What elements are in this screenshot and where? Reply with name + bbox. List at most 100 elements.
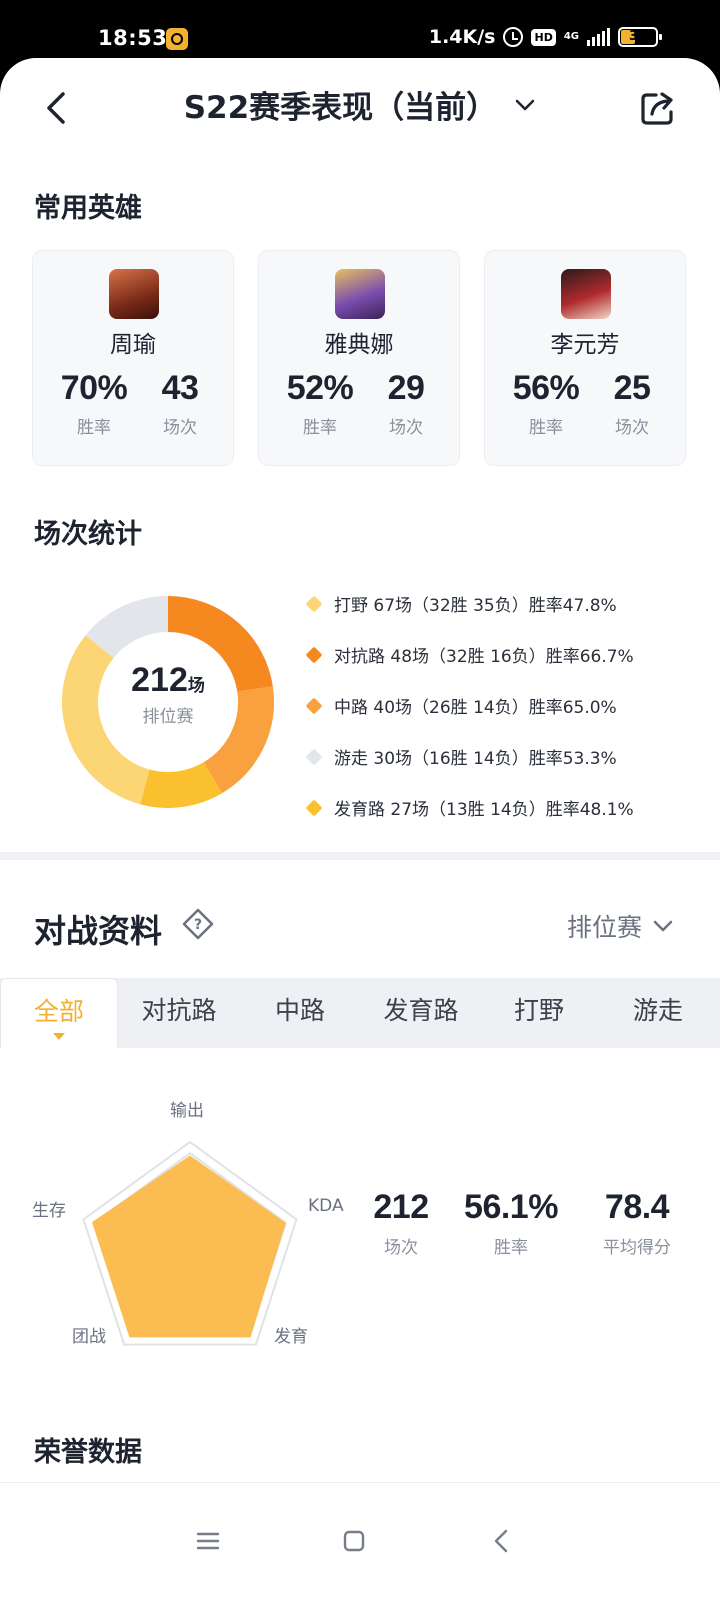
radar-label-teamfight: 团战 <box>72 1327 106 1347</box>
tab-jungle[interactable]: 打野 <box>482 978 596 1048</box>
chevron-down-icon <box>653 920 673 932</box>
match-stats-title: 场次统计 <box>34 519 142 550</box>
legend-item: 发育路 27场（13胜 14负）胜率48.1% <box>305 782 634 833</box>
legend-item: 打野 67场（32胜 35负）胜率47.8% <box>305 578 634 629</box>
mode-label: 排位赛 <box>566 913 642 942</box>
season-sheet: S22赛季表现（当前） 常用英雄 周瑜 70% 胜率 43 场次 雅典娜 52%… <box>0 58 720 1600</box>
tab-label: 发育路 <box>383 996 459 1025</box>
battery-icon: 32 <box>618 27 662 47</box>
hero-avatar <box>561 269 611 319</box>
tab-top-lane[interactable]: 对抗路 <box>118 978 240 1048</box>
donut-slice-发育路 <box>140 761 222 808</box>
page-title: S22赛季表现（当前） <box>183 90 498 126</box>
radar-label-growth: 发育 <box>274 1327 308 1347</box>
system-nav-bar <box>0 1482 720 1600</box>
hero-games-label: 场次 <box>389 418 423 438</box>
hero-name: 李元芳 <box>550 332 620 358</box>
summary-win-rate-value: 56.1% <box>464 1188 558 1226</box>
donut-slice-游走 <box>85 596 169 659</box>
legend-text: 中路 40场（26胜 14负）胜率65.0% <box>334 698 617 718</box>
summary-win-rate: 56.1% 胜率 <box>446 1188 576 1258</box>
hero-games-label: 场次 <box>615 418 649 438</box>
legend-text: 发育路 27场（13胜 14负）胜率48.1% <box>334 800 634 820</box>
hd-badge: HD <box>531 28 556 46</box>
hero-win-rate: 70% 胜率 <box>49 369 139 438</box>
radar-value-shape <box>92 1155 286 1338</box>
hero-cards: 周瑜 70% 胜率 43 场次 雅典娜 52% 胜率 29 场次 李元芳 56%… <box>32 250 686 466</box>
radar-label-output: 输出 <box>170 1101 204 1121</box>
legend-marker-icon <box>305 646 323 663</box>
radar-chart: 输出 KDA 发育 团战 生存 <box>20 1088 370 1378</box>
hero-avatar <box>109 269 159 319</box>
legend-marker-icon <box>305 697 323 714</box>
app-notification-icon <box>166 28 188 50</box>
role-legend: 打野 67场（32胜 35负）胜率47.8% 对抗路 48场（32胜 16负）胜率… <box>305 578 634 833</box>
hero-win-rate-value: 52% <box>286 369 354 407</box>
home-icon[interactable] <box>338 1525 370 1557</box>
chevron-down-icon <box>516 99 535 110</box>
tab-all[interactable]: 全部 <box>0 978 118 1048</box>
legend-marker-icon <box>305 595 323 612</box>
battery-level: 32 <box>628 29 648 44</box>
legend-marker-icon <box>305 799 323 816</box>
tab-label: 对抗路 <box>141 996 217 1025</box>
status-indicators: 1.4K/s HD 4G 32 <box>428 26 662 48</box>
share-icon[interactable] <box>638 88 678 128</box>
summary-avg-score-label: 平均得分 <box>603 1238 671 1258</box>
active-tab-caret <box>53 1033 65 1040</box>
legend-item: 中路 40场（26胜 14负）胜率65.0% <box>305 680 634 731</box>
legend-marker-icon <box>305 748 323 765</box>
donut-subtitle: 排位赛 <box>142 707 194 727</box>
hero-games-label: 场次 <box>163 418 197 438</box>
tab-label: 游走 <box>632 996 683 1025</box>
hero-games: 43 场次 <box>135 369 225 438</box>
status-time: 18:53 <box>98 26 168 50</box>
role-tabs: 全部 对抗路 中路 发育路 打野 游走 <box>0 978 720 1048</box>
hero-win-rate-value: 70% <box>60 369 128 407</box>
signal-icon <box>587 28 610 46</box>
alarm-icon <box>503 27 524 47</box>
hero-games: 25 场次 <box>587 369 677 438</box>
legend-text: 对抗路 48场（32胜 16负）胜率66.7% <box>334 647 634 667</box>
hero-games-value: 43 <box>161 369 199 407</box>
hero-name: 雅典娜 <box>324 332 394 358</box>
network-type: 4G <box>563 31 579 42</box>
heroes-section-title: 常用英雄 <box>34 193 142 224</box>
tab-label: 全部 <box>33 997 84 1026</box>
mode-selector[interactable]: 排位赛 <box>567 908 674 944</box>
tab-label: 中路 <box>274 996 325 1025</box>
radar-label-survival: 生存 <box>32 1201 66 1221</box>
tab-roam[interactable]: 游走 <box>596 978 720 1048</box>
help-icon[interactable]: ? <box>181 907 215 941</box>
hero-games-value: 29 <box>387 369 425 407</box>
legend-text: 打野 67场（32胜 35负）胜率47.8% <box>334 596 617 616</box>
net-speed: 1.4K/s <box>428 26 496 48</box>
honor-section-title: 荣誉数据 <box>34 1437 142 1468</box>
section-divider <box>0 852 720 860</box>
donut-center: 212场 排位赛 <box>62 661 274 727</box>
hero-games: 29 场次 <box>361 369 451 438</box>
svg-text:?: ? <box>194 917 202 933</box>
hero-games-value: 25 <box>613 369 651 407</box>
hero-win-rate-label: 胜率 <box>529 418 563 438</box>
battle-data-title: 对战资料 <box>34 912 163 950</box>
summary-avg-score: 78.4 平均得分 <box>572 1188 702 1258</box>
hero-card[interactable]: 雅典娜 52% 胜率 29 场次 <box>258 250 460 466</box>
back-nav-icon[interactable] <box>486 1525 518 1557</box>
total-games: 212 <box>131 661 188 699</box>
menu-icon[interactable] <box>192 1525 224 1557</box>
hero-win-rate: 56% 胜率 <box>501 369 591 438</box>
hero-card[interactable]: 李元芳 56% 胜率 25 场次 <box>484 250 686 466</box>
hero-win-rate: 52% 胜率 <box>275 369 365 438</box>
tab-bot-lane[interactable]: 发育路 <box>360 978 482 1048</box>
hero-avatar <box>335 269 385 319</box>
season-selector[interactable]: S22赛季表现（当前） <box>0 82 720 127</box>
tab-mid-lane[interactable]: 中路 <box>240 978 360 1048</box>
hero-card[interactable]: 周瑜 70% 胜率 43 场次 <box>32 250 234 466</box>
legend-text: 游走 30场（16胜 14负）胜率53.3% <box>334 749 617 769</box>
hero-name: 周瑜 <box>110 332 156 358</box>
summary-avg-score-value: 78.4 <box>604 1188 670 1226</box>
tab-label: 打野 <box>513 996 564 1025</box>
hero-win-rate-value: 56% <box>512 369 580 407</box>
legend-item: 游走 30场（16胜 14负）胜率53.3% <box>305 731 634 782</box>
